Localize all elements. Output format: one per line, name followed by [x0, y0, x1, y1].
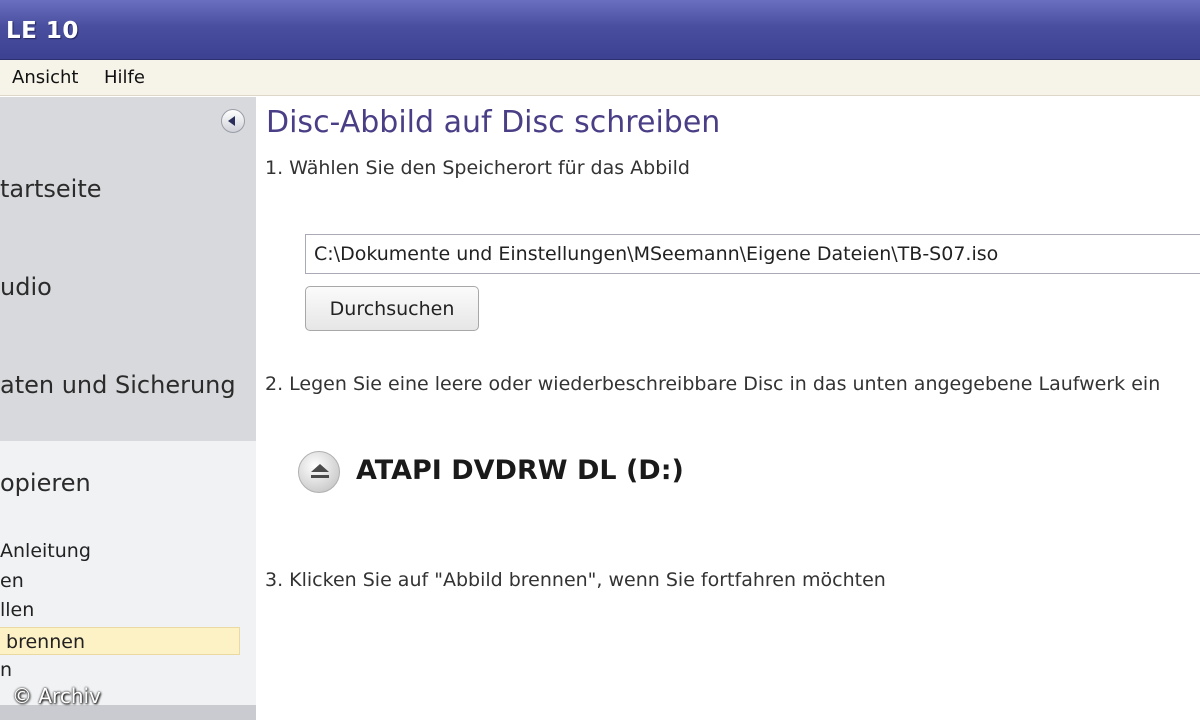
sidebar-subitem-selected[interactable]: brennen	[0, 627, 240, 655]
sidebar-item-audio[interactable]: udio	[0, 273, 52, 301]
eject-icon[interactable]	[298, 451, 340, 493]
sidebar-categories: tartseite udio aten und Sicherung	[0, 97, 256, 441]
browse-button[interactable]: Durchsuchen	[305, 286, 479, 331]
menu-ansicht[interactable]: Ansicht	[12, 67, 78, 88]
sidebar-item-startseite[interactable]: tartseite	[0, 175, 102, 203]
sidebar-item-kopieren[interactable]: opieren	[0, 469, 91, 497]
drive-row: ATAPI DVDRW DL (D:)	[298, 451, 798, 493]
window-title: LE 10	[6, 18, 79, 44]
sidebar: tartseite udio aten und Sicherung opiere…	[0, 97, 256, 720]
menu-hilfe[interactable]: Hilfe	[104, 67, 145, 88]
sidebar-subitem[interactable]: n	[0, 656, 240, 684]
collapse-arrow-icon[interactable]	[221, 109, 245, 133]
main-panel: Disc-Abbild auf Disc schreiben 1. Wählen…	[256, 97, 1200, 720]
page-title: Disc-Abbild auf Disc schreiben	[266, 105, 721, 140]
sidebar-section-kopieren: opieren Anleitung en llen brennen n	[0, 441, 256, 720]
menu-bar: Ansicht Hilfe	[0, 60, 1200, 96]
step-3-label: 3. Klicken Sie auf "Abbild brennen", wen…	[265, 569, 886, 591]
sidebar-item-daten-sicherung[interactable]: aten und Sicherung	[0, 371, 236, 399]
drive-name: ATAPI DVDRW DL (D:)	[356, 455, 684, 486]
image-path-input[interactable]	[305, 234, 1200, 274]
step-1-label: 1. Wählen Sie den Speicherort für das Ab…	[265, 157, 690, 179]
sidebar-subitem[interactable]: llen	[0, 596, 240, 624]
sidebar-subitem[interactable]: Anleitung	[0, 537, 240, 565]
step-2-label: 2. Legen Sie eine leere oder wiederbesch…	[265, 373, 1161, 395]
copyright-watermark: © Archiv	[12, 684, 101, 708]
sidebar-subitem[interactable]: en	[0, 567, 240, 595]
title-bar: LE 10	[0, 0, 1200, 60]
